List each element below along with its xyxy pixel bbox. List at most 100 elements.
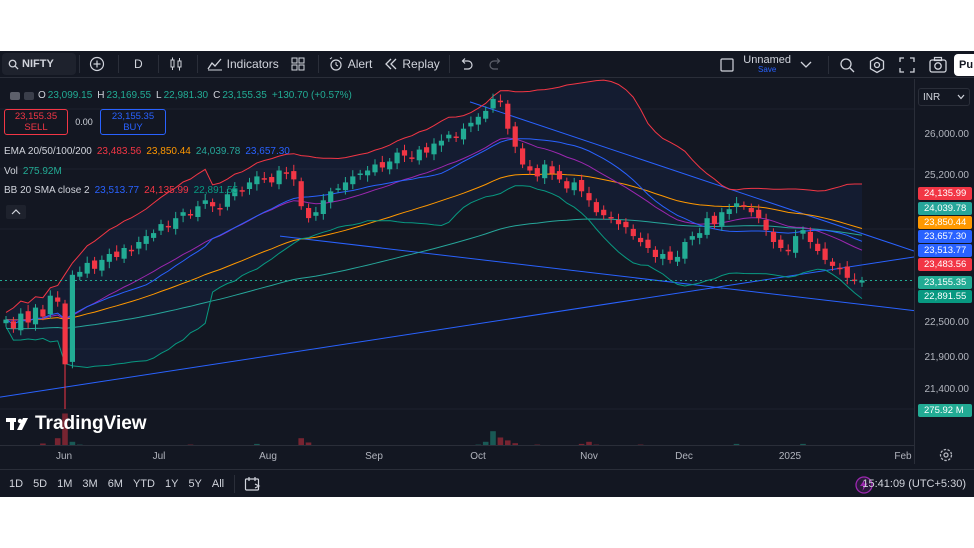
toolbar-right: Unnamed Save Pu — [719, 51, 974, 78]
settings-icon[interactable] — [868, 56, 886, 74]
candle-body — [527, 166, 533, 171]
volume-legend[interactable]: Vol 275.92M — [4, 166, 62, 177]
candle-body — [556, 171, 563, 180]
range-button-ytd[interactable]: YTD — [133, 478, 155, 490]
camera-icon[interactable] — [928, 56, 948, 74]
compare-button[interactable] — [83, 53, 115, 75]
alert-button[interactable]: Alert — [322, 53, 379, 75]
range-button-3m[interactable]: 3M — [82, 478, 97, 490]
chart-type-button[interactable] — [162, 53, 194, 75]
candle-body — [77, 271, 83, 277]
toolbar-divider — [157, 55, 159, 73]
range-button-5y[interactable]: 5Y — [188, 478, 201, 490]
bb-legend[interactable]: BB 20 SMA close 2 23,513.77 24,135.99 22… — [4, 185, 238, 196]
tradingview-watermark: TradingView — [6, 413, 147, 435]
ema-legend[interactable]: EMA 20/50/100/200 23,483.56 23,850.44 24… — [4, 146, 290, 157]
candle-body — [217, 208, 223, 210]
layout-square-icon[interactable] — [719, 57, 735, 73]
layout-name-button[interactable]: Unnamed Save — [743, 54, 791, 75]
candle-body — [564, 181, 570, 189]
candle-body — [210, 202, 216, 207]
candle-body — [224, 194, 230, 207]
candle-body — [453, 136, 459, 138]
range-button-1d[interactable]: 1D — [9, 478, 23, 490]
candle-body — [372, 164, 378, 173]
close-key: C — [213, 90, 221, 101]
calendar-go-to-icon[interactable] — [244, 476, 262, 492]
candle-body — [32, 307, 39, 325]
candle-body — [99, 259, 105, 271]
interval-button[interactable]: D — [122, 53, 155, 75]
candle-body — [807, 231, 813, 242]
candle-body — [756, 209, 762, 219]
toolbar-divider — [828, 55, 829, 74]
alert-label: Alert — [347, 57, 373, 71]
low-value: 22,981.30 — [163, 90, 209, 101]
price-tick: 25,200.00 — [924, 170, 970, 181]
candle-body — [313, 212, 319, 216]
quick-search-icon[interactable] — [838, 56, 856, 74]
candle-body — [394, 152, 400, 164]
templates-button[interactable] — [285, 53, 315, 75]
candle-body — [601, 209, 607, 216]
candle-body — [793, 236, 799, 253]
timezone-clock[interactable]: 15:41:09 (UTC+5:30) — [862, 478, 966, 490]
candle-body — [136, 242, 142, 249]
range-button-1y[interactable]: 1Y — [165, 478, 178, 490]
watermark-text: TradingView — [35, 413, 147, 434]
candle-body — [283, 172, 289, 174]
price-scale[interactable]: 26,000.00 25,200.00 22,500.00 21,900.00 21,4… — [914, 79, 974, 464]
candle-body — [586, 193, 592, 201]
bb-label: BB 20 SMA close 2 — [4, 185, 90, 196]
ema200-value: 23,657.30 — [245, 146, 290, 157]
trade-buttons: 23,155.35 SELL 0.00 23,155.35 BUY — [4, 109, 166, 135]
fullscreen-icon[interactable] — [898, 56, 916, 74]
undo-button[interactable] — [453, 53, 483, 75]
candle-body — [770, 231, 777, 242]
time-label: Feb — [894, 451, 912, 462]
candle-body — [689, 236, 695, 240]
time-label: Jun — [55, 451, 73, 462]
candle-body — [800, 230, 806, 234]
time-axis[interactable]: Jun Jul Aug Sep Oct Nov Dec 2025 Feb — [0, 445, 914, 465]
add-circle-icon — [89, 56, 105, 72]
candle-body — [269, 177, 275, 183]
candle-body — [416, 149, 422, 161]
candle-body — [630, 228, 636, 237]
toolbar-divider — [317, 55, 319, 73]
candle-body — [571, 182, 577, 191]
candles-icon — [170, 57, 182, 71]
eye-icon[interactable] — [10, 91, 20, 100]
price-label: 22,891.55 — [918, 290, 972, 303]
price-tick: 21,400.00 — [924, 384, 970, 395]
range-button-all[interactable]: All — [212, 478, 224, 490]
range-button-5d[interactable]: 5D — [33, 478, 47, 490]
collapse-legend-button[interactable] — [6, 205, 26, 219]
replay-button[interactable]: Replay — [378, 53, 445, 75]
candle-body — [387, 161, 393, 170]
menu-icon[interactable] — [24, 91, 34, 100]
time-label: Sep — [365, 451, 383, 462]
toolbar-divider — [448, 55, 450, 73]
high-value: 23,169.55 — [106, 90, 152, 101]
candle-body — [785, 249, 791, 252]
candle-body — [3, 319, 9, 324]
ema50-value: 23,850.44 — [146, 146, 191, 157]
sell-button[interactable]: 23,155.35 SELL — [4, 109, 68, 135]
indicators-button[interactable]: Indicators — [201, 53, 285, 75]
ema100-value: 24,039.78 — [195, 146, 241, 157]
redo-button[interactable] — [483, 53, 513, 75]
candle-body — [195, 206, 201, 217]
range-button-1m[interactable]: 1M — [57, 478, 72, 490]
candle-body — [711, 215, 717, 225]
tradingview-logo-icon — [6, 418, 28, 430]
buy-button[interactable]: 23,155.35 BUY — [100, 109, 166, 135]
publish-button[interactable]: Pu — [954, 53, 974, 76]
chevron-down-icon[interactable] — [799, 60, 813, 70]
symbol-search[interactable]: NIFTY — [2, 53, 76, 75]
candle-body — [40, 309, 46, 317]
candle-body — [460, 128, 467, 140]
sell-price: 23,155.35 — [14, 111, 58, 122]
gear-icon[interactable] — [938, 447, 954, 463]
range-button-6m[interactable]: 6M — [108, 478, 123, 490]
